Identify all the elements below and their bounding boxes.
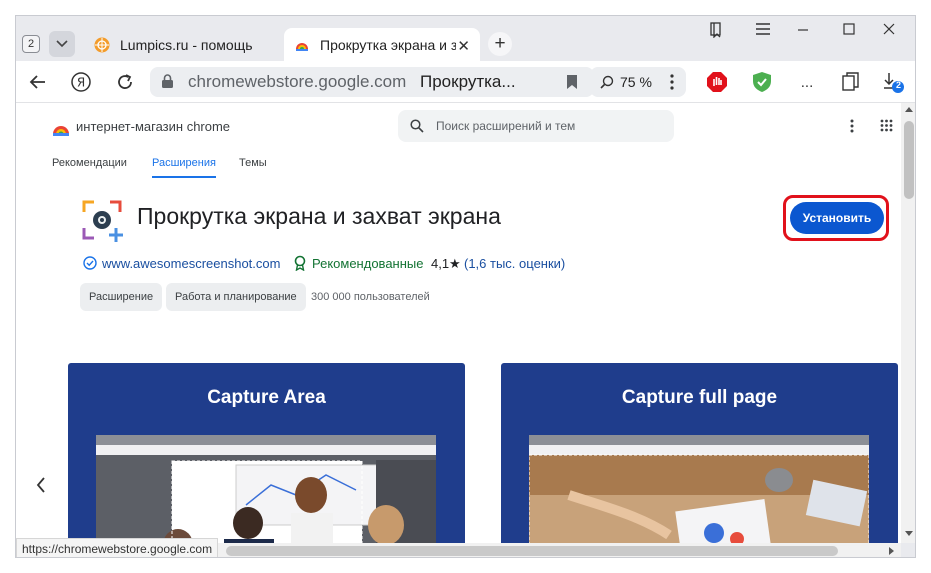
browser-window: 2 Lumpics.ru - помощь с ком Прокрутка эк… <box>15 15 916 558</box>
tab-lumpics[interactable]: Lumpics.ru - помощь с ком <box>86 28 276 61</box>
developer-website-link[interactable]: www.awesomescreenshot.com <box>102 256 280 271</box>
browser-toolbar: Я chromewebstore.google.com Прокрутка...… <box>16 61 915 103</box>
search-icon <box>410 119 424 133</box>
category-chip-extension[interactable]: Расширение <box>80 283 163 311</box>
search-placeholder: Поиск расширений и тем <box>436 119 576 133</box>
chip-label: Работа и планирование <box>175 291 297 303</box>
screenshot-image <box>529 435 869 543</box>
card-title: Capture Area <box>207 387 326 408</box>
scroll-down-arrow-icon[interactable] <box>905 531 913 536</box>
downloads-badge: 2 <box>896 80 902 90</box>
downloads-icon[interactable]: 2 <box>880 69 906 95</box>
reload-icon[interactable] <box>112 69 138 95</box>
svg-text:Я: Я <box>77 76 85 90</box>
users-count: 300 000 пользователей <box>311 291 430 303</box>
store-name[interactable]: интернет-магазин chrome <box>76 119 230 134</box>
category-chip-workflow[interactable]: Работа и планирование <box>166 283 306 311</box>
url-page-title: Прокрутка... <box>420 72 516 91</box>
adblock-extension-icon[interactable] <box>704 69 730 95</box>
horizontal-scroll-thumb[interactable] <box>226 546 838 556</box>
menu-icon[interactable] <box>746 22 780 40</box>
tab-themes[interactable]: Темы <box>239 157 267 169</box>
minimize-icon[interactable] <box>786 22 820 40</box>
status-bar-url: https://chromewebstore.google.com <box>16 538 219 557</box>
featured-label[interactable]: Рекомендованные <box>312 256 423 271</box>
awesome-screenshot-logo-icon <box>82 200 123 242</box>
tab-count: 2 <box>27 38 35 50</box>
card-title: Capture full page <box>621 387 778 408</box>
lumpics-favicon-icon <box>94 37 110 52</box>
scroll-up-arrow-icon[interactable] <box>905 107 913 112</box>
tab-recommendations[interactable]: Рекомендации <box>52 157 127 169</box>
apps-grid-icon[interactable] <box>880 119 893 132</box>
zoom-control[interactable]: 75 % <box>590 67 686 97</box>
close-tab-icon[interactable]: ✕ <box>457 37 470 55</box>
tab-bar: 2 Lumpics.ru - помощь с ком Прокрутка эк… <box>16 16 915 61</box>
install-button[interactable]: Установить <box>790 202 884 234</box>
more-extensions-label: ... <box>800 73 814 91</box>
carousel-prev-icon[interactable] <box>36 476 46 499</box>
webstore-page: интернет-магазин chrome Поиск расширений… <box>16 103 901 543</box>
address-bar[interactable]: chromewebstore.google.com Прокрутка... <box>150 67 594 97</box>
zoom-level: 75 % <box>620 74 652 90</box>
star-icon: ★ <box>449 256 461 271</box>
bookmark-icon[interactable] <box>566 74 578 90</box>
install-label: Установить <box>802 211 872 225</box>
chevron-down-icon <box>56 40 68 48</box>
scroll-right-arrow-icon[interactable] <box>889 547 894 555</box>
chip-label: Расширение <box>89 291 154 303</box>
shield-check-icon[interactable] <box>749 69 775 95</box>
more-extensions-button[interactable]: ... <box>794 69 820 95</box>
url-domain: chromewebstore.google.com <box>188 72 407 91</box>
active-tab-indicator <box>152 176 216 178</box>
search-input[interactable]: Поиск расширений и тем <box>398 110 674 142</box>
tab-count-button[interactable]: 2 <box>22 35 40 53</box>
vertical-scrollbar[interactable] <box>901 103 915 543</box>
back-arrow-icon[interactable] <box>24 69 50 95</box>
screenshot-image <box>96 435 436 543</box>
verified-badge-icon <box>83 256 97 270</box>
plus-icon: + <box>494 33 506 54</box>
screenshot-card-capture-area[interactable]: Capture Area <box>68 363 465 543</box>
chrome-webstore-logo-icon[interactable] <box>51 120 71 136</box>
featured-ribbon-icon <box>294 255 306 271</box>
bookmarks-panel-icon[interactable] <box>700 22 734 42</box>
maximize-icon[interactable] <box>832 22 866 40</box>
screenshot-card-capture-full-page[interactable]: Capture full page <box>501 363 898 543</box>
more-vertical-icon[interactable] <box>670 73 674 91</box>
tab-list-dropdown[interactable] <box>49 31 75 57</box>
new-tab-button[interactable]: + <box>488 32 512 56</box>
collections-icon[interactable] <box>838 69 864 95</box>
chrome-webstore-favicon-icon <box>296 42 308 51</box>
vertical-scroll-thumb[interactable] <box>904 121 914 199</box>
more-vertical-icon[interactable] <box>850 119 854 133</box>
tab-chrome-webstore[interactable]: Прокрутка экрана и за ✕ <box>284 28 480 61</box>
rating-value: 4,1 <box>431 256 450 271</box>
close-window-icon[interactable] <box>872 22 906 40</box>
tab-title: Lumpics.ru - помощь с ком <box>120 36 256 53</box>
extension-title: Прокрутка экрана и захват экрана <box>137 203 501 229</box>
lock-icon[interactable] <box>161 74 174 89</box>
ratings-count-link[interactable]: (1,6 тыс. оценки) <box>464 256 565 271</box>
zoom-lens-icon <box>600 75 614 89</box>
tab-extensions[interactable]: Расширения <box>152 157 216 169</box>
tab-title: Прокрутка экрана и за <box>320 36 456 53</box>
yandex-logo-icon[interactable]: Я <box>68 69 94 95</box>
